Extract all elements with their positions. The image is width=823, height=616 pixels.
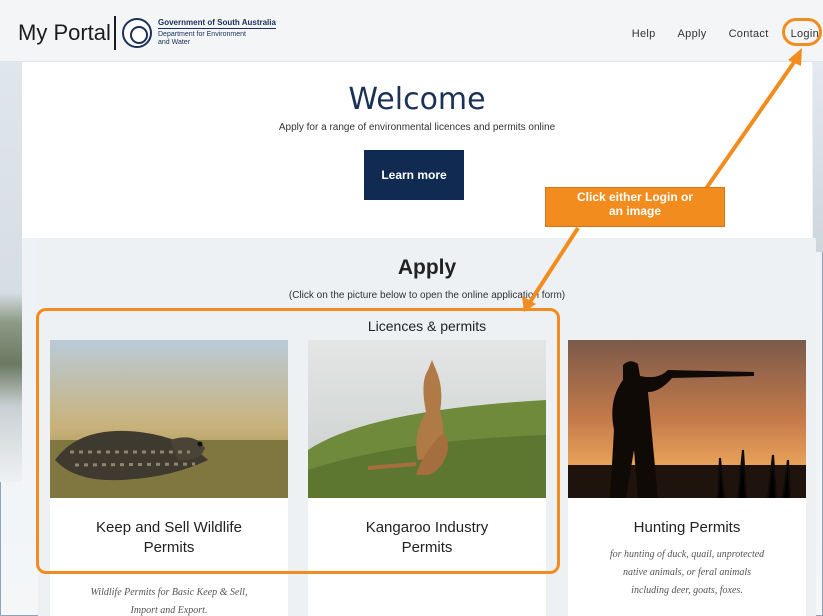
card-title-line1: Hunting Permits — [633, 519, 741, 536]
card-desc-line1: Wildlife Permits for Basic Keep & Sell, — [90, 587, 248, 598]
card-desc-line2: Import and Export. — [130, 605, 208, 616]
nav-help-link[interactable]: Help — [632, 28, 656, 40]
brand-divider — [114, 16, 116, 50]
gov-dept-line2: and Water — [158, 38, 191, 46]
welcome-subtitle: Apply for a range of environmental licen… — [278, 122, 556, 133]
gov-dept-line1: Department for Environment — [158, 31, 246, 39]
callout-line1: Click either Login or — [576, 190, 693, 204]
apply-title: Apply — [397, 256, 457, 279]
card-hunting-permits[interactable]: Hunting Permits for hunting of duck, qua… — [568, 340, 806, 616]
card-desc-keep-sell: Wildlife Permits for Basic Keep & Sell, … — [64, 584, 274, 616]
gov-title: Government of South Australia — [158, 18, 276, 30]
learn-more-button[interactable]: Learn more — [364, 150, 464, 200]
government-logo-text: Government of South Australia Department… — [158, 18, 276, 46]
nav-contact-link[interactable]: Contact — [729, 28, 769, 40]
callout-line2: an image — [608, 203, 662, 218]
card-desc-line2: native animals, or feral animals — [622, 567, 752, 578]
card-title-hunting: Hunting Permits — [568, 518, 806, 538]
welcome-title: Welcome — [348, 82, 486, 117]
login-highlight-ring — [782, 18, 822, 46]
card-desc-line3: including deer, goats, foxes. — [631, 585, 743, 596]
site-header: My Portal Government of South Australia … — [0, 0, 823, 62]
government-crest-icon — [122, 18, 152, 48]
apply-subtitle: (Click on the picture below to open the … — [288, 290, 566, 301]
hunter-silhouette-image[interactable] — [568, 340, 806, 498]
card-desc-line1: for hunting of duck, quail, unprotected — [609, 549, 765, 560]
background-landscape-left — [0, 62, 22, 482]
background-landscape-right — [813, 62, 823, 252]
callout-instruction: Click either Login or an image — [545, 187, 725, 227]
nav-apply-link[interactable]: Apply — [678, 28, 707, 40]
card-desc-hunting: for hunting of duck, quail, unprotected … — [582, 546, 792, 600]
cards-highlight-box — [36, 308, 560, 574]
portal-brand[interactable]: My Portal — [18, 20, 111, 46]
